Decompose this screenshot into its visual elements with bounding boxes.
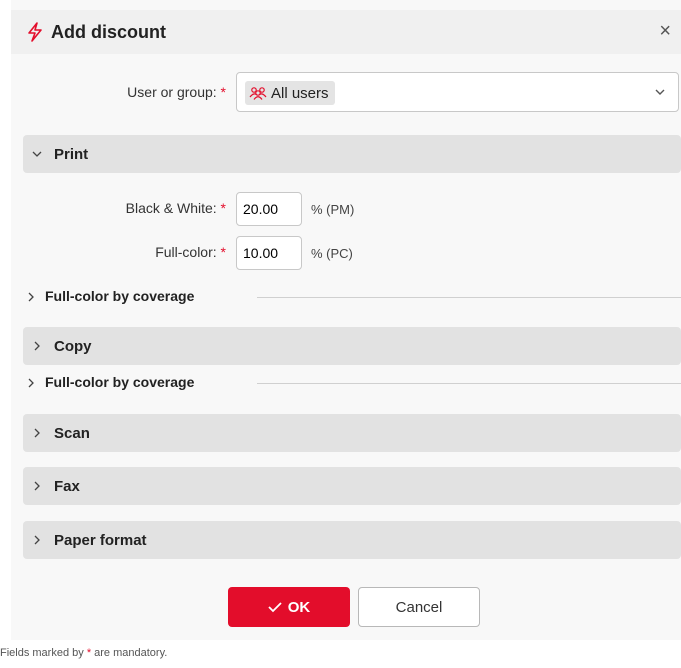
cancel-button[interactable]: Cancel bbox=[358, 587, 480, 627]
color-unit: % (PC) bbox=[311, 246, 353, 261]
color-label: Full-color: * bbox=[155, 244, 226, 260]
section-copy[interactable]: Copy bbox=[23, 327, 681, 365]
bw-unit: % (PM) bbox=[311, 202, 355, 217]
section-copy-title: Copy bbox=[54, 338, 92, 355]
section-scan-title: Scan bbox=[54, 425, 90, 442]
section-paper-format[interactable]: Paper format bbox=[23, 521, 681, 559]
section-print[interactable]: Print bbox=[23, 135, 681, 173]
chevron-down-icon[interactable] bbox=[654, 86, 666, 98]
chevron-down-icon bbox=[32, 151, 42, 157]
add-discount-dialog: Add discount × User or group: * All user… bbox=[11, 0, 681, 640]
user-group-select[interactable]: All users bbox=[236, 72, 679, 112]
chevron-right-icon bbox=[34, 428, 40, 438]
cancel-button-label: Cancel bbox=[395, 598, 443, 616]
close-icon[interactable]: × bbox=[659, 20, 671, 43]
check-icon bbox=[268, 602, 282, 613]
subsection-title: Full-color by coverage bbox=[45, 288, 195, 304]
chevron-right-icon bbox=[34, 341, 40, 351]
color-discount-input[interactable] bbox=[236, 236, 302, 270]
required-mark: * bbox=[220, 244, 226, 260]
section-fax[interactable]: Fax bbox=[23, 467, 681, 505]
subsection-full-color-coverage[interactable]: Full-color by coverage bbox=[23, 373, 681, 393]
chevron-right-icon bbox=[34, 535, 40, 545]
section-fax-title: Fax bbox=[54, 478, 80, 495]
dialog-title: Add discount bbox=[51, 22, 166, 42]
subsection-title: Full-color by coverage bbox=[45, 374, 195, 390]
ok-button-label: OK bbox=[287, 598, 311, 616]
section-scan[interactable]: Scan bbox=[23, 414, 681, 452]
section-paper-format-title: Paper format bbox=[54, 532, 147, 549]
divider bbox=[257, 383, 681, 384]
chevron-right-icon bbox=[34, 481, 40, 491]
required-mark: * bbox=[220, 84, 226, 100]
bw-label: Black & White: * bbox=[125, 200, 226, 216]
mandatory-fields-note: Fields marked by * are mandatory. bbox=[0, 647, 168, 659]
chevron-right-icon bbox=[28, 378, 34, 388]
user-group-value: All users bbox=[271, 84, 329, 102]
user-group-chip: All users bbox=[245, 81, 335, 105]
subsection-full-color-coverage[interactable]: Full-color by coverage bbox=[23, 287, 681, 307]
bw-discount-input[interactable] bbox=[236, 192, 302, 226]
user-group-label: User or group: * bbox=[127, 84, 226, 100]
dialog-header: Add discount × bbox=[11, 10, 681, 54]
section-print-title: Print bbox=[54, 146, 89, 163]
users-icon bbox=[249, 87, 267, 100]
chevron-right-icon bbox=[28, 292, 34, 302]
ok-button[interactable]: OK bbox=[228, 587, 350, 627]
lightning-icon bbox=[28, 22, 42, 42]
required-mark: * bbox=[220, 200, 226, 216]
divider bbox=[257, 297, 681, 298]
